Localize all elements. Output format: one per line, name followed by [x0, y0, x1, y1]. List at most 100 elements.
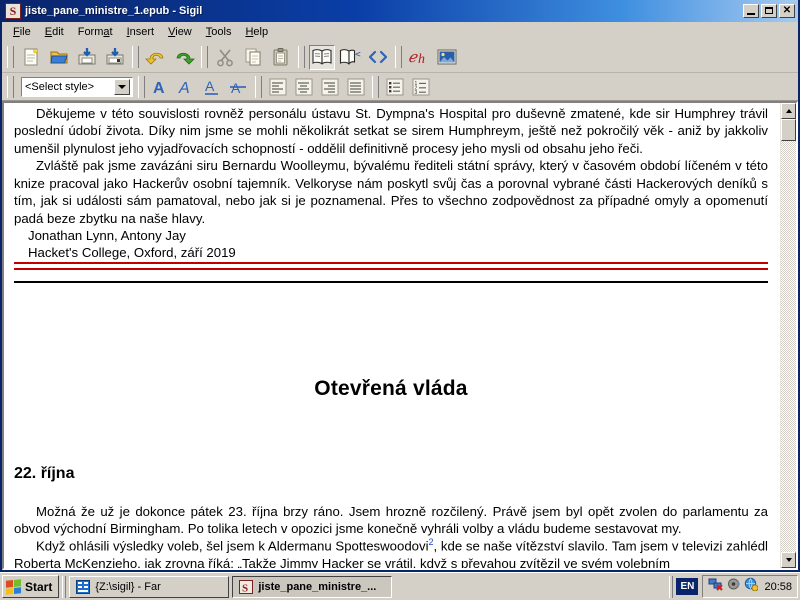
split-view-icon[interactable]: <>: [337, 45, 363, 70]
style-select-value: <Select style>: [25, 80, 95, 93]
svg-text:A: A: [205, 78, 215, 94]
document-area[interactable]: Děkujeme v této souvislosti rovněž perso…: [2, 101, 798, 570]
menu-edit[interactable]: Edit: [38, 24, 71, 40]
close-button[interactable]: ✕: [779, 4, 795, 18]
toolbar-grip-3[interactable]: [201, 46, 208, 68]
new-file-icon[interactable]: [18, 45, 44, 70]
open-folder-icon[interactable]: [46, 45, 72, 70]
menu-view[interactable]: View: [161, 24, 199, 40]
bold-icon[interactable]: A: [149, 76, 173, 98]
toolbar-grip-5[interactable]: [395, 46, 402, 68]
svg-text:S: S: [242, 582, 248, 594]
taskbar-item-sigil[interactable]: S jiste_pane_ministre_...: [232, 575, 393, 598]
start-button[interactable]: Start: [2, 575, 60, 598]
start-button-label: Start: [25, 579, 53, 594]
numbered-list-icon[interactable]: 123: [409, 76, 433, 98]
toolbar-grip-2[interactable]: [132, 46, 139, 68]
underline-icon[interactable]: A: [201, 76, 225, 98]
menu-file-rest: ile: [19, 25, 31, 38]
scroll-track[interactable]: [781, 141, 796, 552]
main-toolbar: <> ℯ h: [2, 42, 798, 73]
menu-file[interactable]: File: [6, 24, 38, 40]
taskbar-item-sigil-label: jiste_pane_ministre_...: [258, 580, 377, 593]
svg-text:<>: <>: [355, 50, 361, 60]
insert-image-icon[interactable]: [434, 45, 460, 70]
chapter-date-heading: 22. října: [14, 464, 75, 482]
book-view-icon[interactable]: [309, 44, 335, 70]
paragraph-body-1: Možná že už je dokonce pátek 23. října b…: [14, 503, 768, 537]
format-toolbar: <Select style> A A A A 1 2 3: [2, 73, 798, 101]
document-page[interactable]: Děkujeme v této souvislosti rovněž perso…: [4, 103, 780, 568]
paragraph-acknowledgements-1: Děkujeme v této souvislosti rovněž perso…: [14, 106, 768, 156]
undo-icon[interactable]: [143, 45, 169, 70]
svg-text:A: A: [153, 80, 165, 96]
svg-text:A: A: [231, 80, 241, 96]
paragraph-body-2-part-a: Když ohlásili výsledky voleb, šel jsem k…: [36, 538, 429, 554]
special-character-icon[interactable]: ℯ h: [406, 45, 432, 70]
scroll-up-arrow[interactable]: [781, 103, 796, 119]
menu-insert[interactable]: Insert: [120, 24, 162, 40]
style-select[interactable]: <Select style>: [21, 76, 133, 97]
clock[interactable]: 20:58: [764, 581, 792, 593]
menu-insert-rest: nsert: [129, 25, 155, 38]
security-shield-icon[interactable]: [744, 577, 759, 596]
vertical-scrollbar[interactable]: [780, 103, 796, 568]
scroll-thumb[interactable]: [781, 119, 796, 141]
menu-tools[interactable]: Tools: [199, 24, 239, 40]
svg-text:h: h: [418, 52, 425, 66]
scroll-down-arrow[interactable]: [781, 552, 796, 568]
window-title: jiste_pane_ministre_1.epub - Sigil: [25, 5, 203, 17]
minimize-button[interactable]: [743, 4, 759, 18]
align-right-icon[interactable]: [318, 76, 342, 98]
menu-view-rest: iew: [175, 25, 192, 38]
volume-icon[interactable]: [727, 577, 741, 596]
network-disconnected-icon[interactable]: [708, 577, 724, 596]
copy-icon[interactable]: [240, 45, 266, 70]
windows-flag-icon: [6, 578, 21, 595]
maximize-button[interactable]: [761, 4, 777, 18]
toolbar-grip-4[interactable]: [298, 46, 305, 68]
align-left-icon[interactable]: [266, 76, 290, 98]
taskbar-separator: [62, 575, 67, 598]
system-tray: 20:58: [702, 575, 798, 598]
taskbar-item-far[interactable]: {Z:\sigil} - Far: [69, 575, 230, 598]
menu-help-rest: elp: [253, 25, 269, 38]
align-center-icon[interactable]: [292, 76, 316, 98]
taskbar: Start {Z:\sigil} - Far S jiste_pane_mini…: [0, 572, 800, 600]
close-icon: ✕: [782, 5, 792, 16]
menu-format[interactable]: Format: [71, 24, 120, 40]
code-view-icon[interactable]: [365, 45, 391, 70]
language-indicator[interactable]: EN: [676, 578, 699, 595]
sigil-s-logo: S: [239, 579, 254, 594]
paragraph-acknowledgements-2: Zvláště pak jsme zavázáni siru Bernardu …: [14, 158, 768, 226]
window-controls: ✕: [743, 4, 795, 18]
align-justify-icon[interactable]: [344, 76, 368, 98]
cut-scissors-icon[interactable]: [212, 45, 238, 70]
tray-separator: [669, 575, 674, 598]
window-titlebar[interactable]: S jiste_pane_ministre_1.epub - Sigil ✕: [2, 0, 798, 22]
format-toolbar-grip-4[interactable]: [372, 75, 379, 98]
redo-icon[interactable]: [171, 45, 197, 70]
toolbar-grip[interactable]: [7, 46, 14, 68]
format-toolbar-grip-3[interactable]: [255, 75, 262, 98]
signature-authors: Jonathan Lynn, Antony Jay: [28, 227, 186, 243]
chapter-title: Otevřená vláda: [314, 376, 468, 400]
sigil-window: S jiste_pane_ministre_1.epub - Sigil ✕ F…: [0, 0, 800, 572]
far-manager-icon: [76, 579, 91, 594]
bullet-list-icon[interactable]: [383, 76, 407, 98]
format-toolbar-grip-2[interactable]: [138, 75, 145, 98]
svg-text:A: A: [178, 80, 190, 96]
save-as-icon[interactable]: [102, 45, 128, 70]
paste-clipboard-icon[interactable]: [268, 45, 294, 70]
menu-help[interactable]: Help: [238, 24, 275, 40]
desktop-root: S jiste_pane_ministre_1.epub - Sigil ✕ F…: [0, 0, 800, 600]
strikethrough-icon[interactable]: A: [227, 76, 251, 98]
italic-icon[interactable]: A: [175, 76, 199, 98]
menu-format-rest: t: [109, 25, 113, 38]
taskbar-item-far-label: {Z:\sigil} - Far: [95, 580, 161, 593]
save-icon[interactable]: [74, 45, 100, 70]
divider-black: [14, 280, 768, 283]
chevron-down-icon[interactable]: [114, 78, 130, 95]
format-toolbar-grip[interactable]: [7, 75, 14, 98]
